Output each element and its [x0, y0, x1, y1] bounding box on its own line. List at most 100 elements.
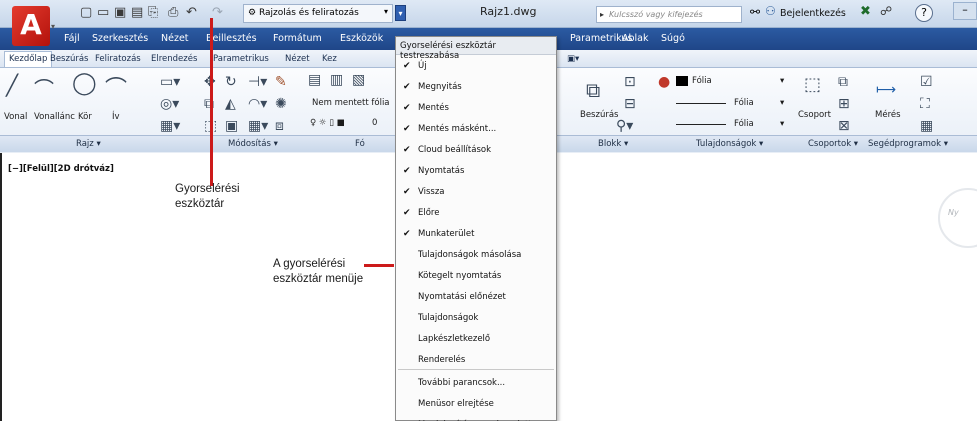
fillet-icon[interactable]: ◠▾ — [248, 96, 267, 112]
create-block-icon[interactable]: ⊡ — [624, 74, 636, 90]
print-icon[interactable]: ⎙ — [168, 4, 178, 22]
minimize-button[interactable]: – — [953, 2, 977, 20]
menu-view[interactable]: Nézet — [161, 33, 189, 44]
layer-properties-icon[interactable]: ▤ — [308, 72, 321, 88]
group-edit-icon[interactable]: ⊞ — [838, 96, 850, 112]
menu-window[interactable]: Ablak — [622, 33, 649, 44]
rotate-icon[interactable]: ↻ — [225, 74, 237, 90]
layer-match-icon[interactable]: ▧ — [352, 72, 365, 88]
group-select-icon[interactable]: ⊠ — [838, 118, 850, 134]
search-input[interactable]: ▸ Kulcsszó vagy kifejezés — [596, 6, 742, 23]
save-icon[interactable]: ▣ — [114, 4, 126, 22]
redo-icon[interactable]: ↷ — [212, 4, 223, 22]
group-label[interactable]: Csoport — [798, 110, 831, 120]
qat-customize-button[interactable]: ▾ — [395, 5, 406, 21]
explode-icon[interactable]: ✺ — [275, 96, 287, 112]
trim-icon[interactable]: ⊣▾ — [248, 74, 267, 90]
qat-menu-item[interactable]: Kötegelt nyomtatás — [396, 266, 556, 288]
panel-draw[interactable]: Rajz ▾ — [76, 139, 101, 149]
user-icon[interactable]: ⚇ — [765, 4, 776, 18]
workspace-select[interactable]: ⚙ Rajzolás és feliratozás ▾ — [243, 4, 393, 23]
circle-tool-icon[interactable]: ◯ — [72, 71, 97, 96]
save-as-icon[interactable]: ▤ — [131, 4, 143, 22]
qat-menu-item[interactable]: Lapkészletkezelő — [396, 329, 556, 351]
viewcube-compass-icon[interactable]: Ny — [948, 208, 959, 217]
qat-menu-item[interactable]: ✔ Cloud beállítások — [396, 140, 556, 162]
layer-state-value[interactable]: Nem mentett fólia — [312, 98, 390, 108]
calculator-icon[interactable]: ▦ — [920, 118, 933, 134]
props-layer-value[interactable]: Fólia — [692, 76, 712, 86]
measure-label[interactable]: Mérés — [875, 110, 901, 120]
tab-home[interactable]: Kezdőlap — [4, 51, 53, 67]
panel-layers[interactable]: Fó — [355, 139, 365, 149]
select-all-icon[interactable]: ⛶ — [920, 96, 930, 112]
qat-menu-item[interactable]: Tulajdonságok — [396, 308, 556, 330]
qat-menu-item[interactable]: ✔ Mentés másként... — [396, 119, 556, 141]
menu-insert[interactable]: Beillesztés — [206, 33, 257, 44]
a360-icon[interactable]: ☍ — [880, 4, 892, 18]
menu-format[interactable]: Formátum — [273, 33, 322, 44]
ungroup-icon[interactable]: ⧉ — [838, 74, 848, 90]
layer-current-value[interactable]: 0 — [372, 118, 377, 128]
undo-icon[interactable]: ↶ — [186, 4, 197, 22]
tab-annotate[interactable]: Feliratozás — [95, 54, 141, 64]
props-lineweight-chevron-icon[interactable]: ▾ — [780, 119, 784, 129]
cloud-options-icon[interactable]: ⎘ — [148, 4, 158, 22]
arc-tool-icon[interactable]: ⌒ — [105, 71, 127, 103]
edit-block-icon[interactable]: ⊟ — [624, 96, 636, 112]
scale-icon[interactable]: ▣ — [225, 118, 238, 134]
qat-menu-command[interactable]: Menüsor elrejtése — [396, 394, 556, 416]
tab-view[interactable]: Nézet — [285, 54, 310, 64]
rectangle-icon[interactable]: ▭▾ — [160, 74, 180, 90]
qat-menu-command[interactable]: További parancsok... — [396, 373, 556, 395]
insert-label[interactable]: Beszúrás — [580, 110, 618, 120]
hatch-icon[interactable]: ◎▾ — [160, 96, 179, 112]
qat-menu-item[interactable]: ✔ Vissza — [396, 182, 556, 204]
panel-utilities[interactable]: Segédprogramok ▾ — [868, 139, 948, 149]
qat-menu-item[interactable]: ✔ Mentés — [396, 98, 556, 120]
panel-groups[interactable]: Csoportok ▾ — [808, 139, 858, 149]
panel-block[interactable]: Blokk ▾ — [598, 139, 628, 149]
polyline-tool-icon[interactable]: ⌒ — [34, 73, 54, 102]
menu-tools[interactable]: Eszközök — [340, 33, 383, 44]
menu-edit[interactable]: Szerkesztés — [92, 33, 148, 44]
tab-extra-icon[interactable]: ▣▾ — [567, 54, 579, 64]
qat-menu-item[interactable]: ✔ Megnyitás — [396, 77, 556, 99]
group-icon[interactable]: ⬚ — [804, 74, 821, 95]
tab-layout[interactable]: Elrendezés — [151, 54, 197, 64]
qat-menu-item[interactable]: ✔ Nyomtatás — [396, 161, 556, 183]
props-linetype-value[interactable]: Fólia — [734, 98, 754, 108]
match-properties-icon[interactable]: ● — [658, 74, 670, 90]
tab-parametric[interactable]: Parametrikus — [213, 54, 269, 64]
props-linetype-chevron-icon[interactable]: ▾ — [780, 98, 784, 108]
erase-icon[interactable]: ✎ — [275, 74, 287, 90]
attribute-icon[interactable]: ⚲▾ — [616, 118, 633, 134]
arc-tool-label[interactable]: Ív — [112, 112, 120, 122]
qat-menu-command[interactable]: Megjelenítés a szalag alatt — [396, 415, 556, 421]
exchange-icon[interactable]: ✖ — [860, 4, 871, 19]
layer-state-icon[interactable]: ▥ — [330, 72, 343, 88]
panel-modify[interactable]: Módosítás ▾ — [228, 139, 278, 149]
open-icon[interactable]: ▭ — [97, 4, 109, 22]
tab-manage[interactable]: Kez — [322, 54, 337, 64]
insert-block-icon[interactable]: ⧉ — [586, 78, 600, 102]
binoculars-icon[interactable]: ⚯ — [750, 5, 760, 19]
mirror-icon[interactable]: ◭ — [225, 96, 236, 112]
offset-icon[interactable]: ⧈ — [275, 118, 284, 134]
qat-menu-item[interactable]: Nyomtatási előnézet — [396, 287, 556, 309]
array-icon[interactable]: ▦▾ — [248, 118, 268, 134]
app-menu-chevron-icon[interactable]: ▾ — [51, 22, 55, 31]
circle-tool-label[interactable]: Kör — [78, 112, 92, 122]
viewport-controls[interactable]: [−][Felül][2D drótváz] — [8, 164, 114, 174]
gradient-icon[interactable]: ▦▾ — [160, 118, 180, 134]
qat-menu-item[interactable]: ✔ Munkaterület — [396, 224, 556, 246]
props-layer-chevron-icon[interactable]: ▾ — [780, 76, 784, 86]
layer-bulb-icon[interactable]: ♀ ☼ ▯ ■ — [310, 118, 345, 128]
tab-insert[interactable]: Beszúrás — [50, 54, 88, 64]
app-menu-logo[interactable]: A — [12, 6, 50, 46]
panel-properties[interactable]: Tulajdonságok ▾ — [696, 139, 763, 149]
polyline-tool-label[interactable]: Vonallánc — [34, 112, 75, 122]
quick-select-icon[interactable]: ☑ — [920, 74, 933, 90]
line-tool-label[interactable]: Vonal — [4, 112, 27, 122]
menu-help[interactable]: Súgó — [661, 33, 685, 44]
